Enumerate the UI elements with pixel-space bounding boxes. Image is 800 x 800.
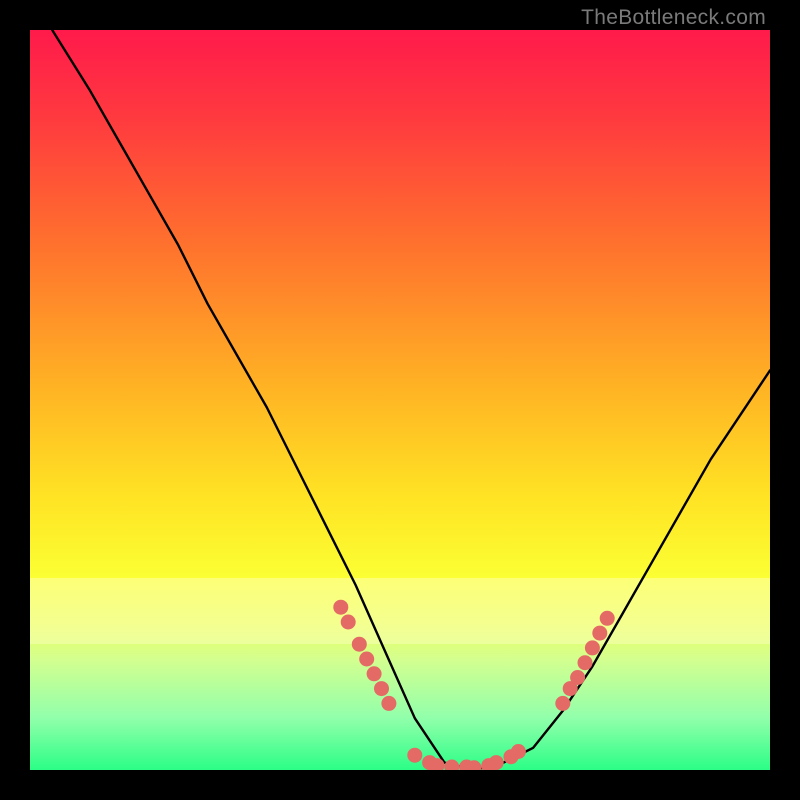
- data-point: [444, 760, 459, 771]
- chart-frame: TheBottleneck.com: [0, 0, 800, 800]
- watermark-text: TheBottleneck.com: [581, 6, 766, 30]
- data-point: [570, 670, 585, 685]
- data-point: [359, 652, 374, 667]
- data-point: [352, 637, 367, 652]
- data-point: [333, 600, 348, 615]
- data-point: [489, 755, 504, 770]
- data-point: [511, 744, 526, 759]
- data-point: [600, 611, 615, 626]
- plot-area: [30, 30, 770, 770]
- data-point: [381, 696, 396, 711]
- data-point: [407, 748, 422, 763]
- data-point: [374, 681, 389, 696]
- data-point: [578, 655, 593, 670]
- data-point: [367, 666, 382, 681]
- data-point: [555, 696, 570, 711]
- data-point: [592, 626, 607, 641]
- data-point: [585, 640, 600, 655]
- data-point: [341, 615, 356, 630]
- chart-svg: [30, 30, 770, 770]
- bottleneck-curve: [52, 30, 770, 770]
